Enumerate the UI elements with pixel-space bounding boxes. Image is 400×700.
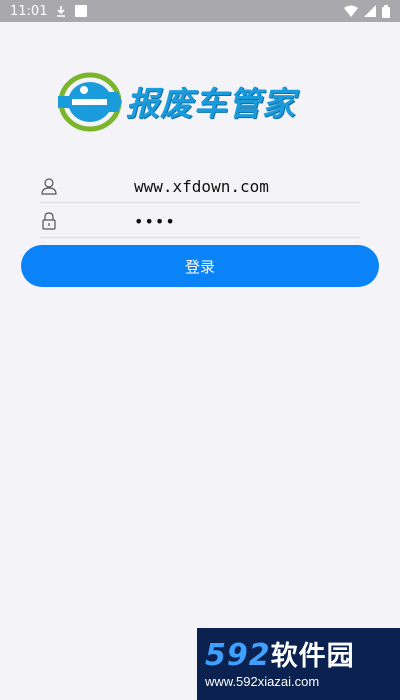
download-icon	[57, 6, 66, 17]
watermark: 592软件园 www.592xiazai.com	[197, 628, 400, 700]
username-input[interactable]: www.xfdown.com	[98, 177, 354, 196]
app-logo: 报废车管家	[52, 66, 336, 136]
username-row: www.xfdown.com	[40, 170, 360, 203]
wrench-car-logo-icon	[58, 72, 122, 132]
signal-icon	[364, 5, 376, 17]
password-input[interactable]: ••••	[98, 212, 354, 231]
logo-text: 报废车管家	[126, 84, 296, 123]
lock-icon	[42, 212, 56, 230]
login-button[interactable]: 登录	[21, 245, 379, 287]
watermark-brand-number: 592	[205, 638, 271, 673]
password-row: ••••	[40, 205, 360, 238]
watermark-brand: 592软件园	[205, 634, 355, 673]
watermark-url: www.592xiazai.com	[205, 674, 320, 689]
user-icon	[41, 178, 57, 195]
notification-icon	[75, 5, 88, 17]
status-bar: 11:01	[0, 0, 400, 22]
watermark-brand-suffix: 软件园	[270, 641, 355, 672]
wifi-icon	[344, 5, 358, 17]
battery-icon	[382, 4, 390, 18]
status-time: 11:01	[10, 3, 48, 19]
